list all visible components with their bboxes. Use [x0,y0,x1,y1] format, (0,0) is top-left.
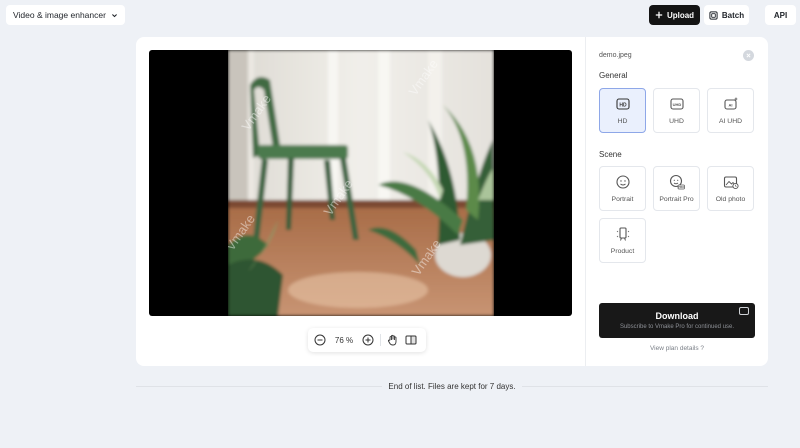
option-hd[interactable]: HD HD [599,88,646,133]
editor-card: Vmake Vmake Vmake Vmake Vmake 76 % demo.… [136,37,768,366]
option-portrait-pro[interactable]: PRO Portrait Pro [653,166,700,211]
uhd-icon: UHD [669,98,684,110]
option-label: AI UHD [718,118,743,125]
option-label: HD [617,118,628,125]
upload-button[interactable]: Upload [649,5,700,25]
close-file-button[interactable] [743,50,754,61]
upload-button-label: Upload [666,10,695,20]
compare-split-icon[interactable] [405,334,417,346]
portrait-pro-icon: PRO [669,174,685,190]
old-photo-icon [723,176,739,190]
pro-badge-icon [739,307,749,315]
plus-icon [655,11,663,19]
svg-text:AI: AI [728,103,732,108]
svg-text:PRO: PRO [677,185,684,189]
option-label: Portrait Pro [659,196,694,203]
zoom-out-icon[interactable] [314,334,326,346]
hand-pan-icon[interactable] [387,334,399,346]
option-ai-uhd[interactable]: AI AI UHD [707,88,754,133]
close-icon [746,53,751,58]
svg-text:UHD: UHD [672,102,681,107]
option-old-photo[interactable]: Old photo [707,166,754,211]
option-uhd[interactable]: UHD UHD [653,88,700,133]
option-portrait[interactable]: Portrait [599,166,646,211]
chevron-down-icon [111,13,117,17]
preview-photo: Vmake Vmake Vmake Vmake Vmake [228,50,494,316]
option-label: Portrait [611,196,634,203]
option-label: Old photo [715,196,746,203]
svg-text:HD: HD [619,103,627,109]
image-preview[interactable]: Vmake Vmake Vmake Vmake Vmake [149,50,572,316]
zoom-toolbar: 76 % [308,328,426,352]
download-button[interactable]: Download Subscribe to Vmake Pro for cont… [599,303,755,338]
view-plan-details-link[interactable]: View plan details ? [586,345,768,352]
api-button-label: API [773,10,788,20]
general-section-title: General [599,71,628,80]
list-footer: End of list. Files are kept for 7 days. [136,379,768,393]
ai-uhd-icon: AI [723,97,738,110]
option-product[interactable]: Product [599,218,646,263]
batch-button[interactable]: Batch [704,5,749,25]
product-menu-dropdown[interactable]: Video & image enhancer [6,5,125,25]
product-icon [616,227,629,241]
file-name: demo.jpeg [599,52,632,59]
scene-section-title: Scene [599,150,622,159]
footer-text: End of list. Files are kept for 7 days. [382,381,522,391]
toolbar-divider [380,334,381,346]
batch-button-label: Batch [721,10,745,20]
settings-panel: demo.jpeg General HD HD UHD UHD AI AI UH… [586,37,768,366]
api-button[interactable]: API [765,5,796,25]
download-sublabel: Subscribe to Vmake Pro for continued use… [619,324,735,330]
zoom-in-icon[interactable] [362,334,374,346]
download-label: Download [655,311,699,321]
batch-icon [709,10,718,20]
option-label: Product [610,248,635,255]
product-menu-label: Video & image enhancer [13,10,106,20]
option-label: UHD [669,118,684,125]
hd-icon: HD [615,98,630,110]
zoom-level: 76 % [334,335,354,345]
portrait-icon [615,175,630,189]
